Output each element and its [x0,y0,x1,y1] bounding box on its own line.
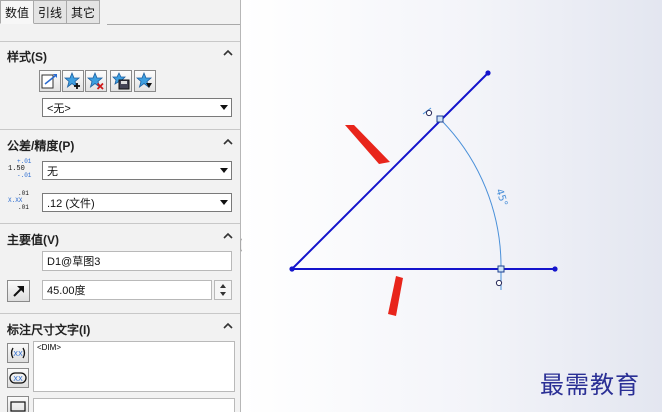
tolerance-icon-lower: -.01 [17,172,32,179]
style-section-title: 样式(S) [7,50,47,64]
dimension-value-spinner[interactable] [214,280,232,300]
watermark-logo: 最需教育 [540,371,640,399]
dimension-name-field[interactable]: D1@草图3 [42,251,232,271]
dimension-text-area[interactable]: <DIM> [33,341,235,392]
text-option-button[interactable] [7,396,29,412]
svg-text:XX: XX [13,375,23,383]
angled-sketch-line[interactable] [291,72,489,270]
spin-down-icon[interactable] [220,292,226,296]
inspection-xx-icon: XX [9,372,27,384]
tolerance-select[interactable]: 无 [42,161,232,180]
tab-value[interactable]: 数值 [0,0,35,24]
vertex-point[interactable] [289,266,295,272]
graphics-area[interactable]: 45° [242,0,662,412]
sketch-viewport[interactable]: 45° [242,0,662,412]
arrow-handle-icon[interactable] [495,279,503,287]
tolerance-type-icon: +.01 1.50 -.01 [8,159,32,181]
dimension-value-field[interactable]: 45.00度 [42,280,212,300]
collapse-chevron-icon[interactable] [223,137,233,147]
dimension-name-value: D1@草图3 [47,256,101,268]
angle-dimension-arc[interactable] [439,118,502,270]
apply-style-icon [41,74,57,89]
collapse-chevron-icon[interactable] [223,231,233,241]
style-select-value: <无> [47,102,71,115]
precision-select[interactable]: .12 (文件) [42,193,232,212]
property-manager-panel: 数值 引线 其它 样式(S) <无> 公差/精度(P) +.01 1.50 -.… [0,0,241,412]
tab-other[interactable]: 其它 [67,0,101,24]
dimension-grip-handle[interactable] [497,265,505,273]
style-select[interactable]: <无> [42,98,232,117]
dimension-grip-handle[interactable] [436,115,444,123]
collapse-chevron-icon[interactable] [223,321,233,331]
tab-bar: 数值 引线 其它 [0,0,101,25]
collapse-chevron-icon[interactable] [223,48,233,58]
section-divider [0,313,240,314]
dropdown-arrow-icon [220,200,228,205]
parentheses-xx-icon: XX [10,347,26,359]
dimension-value-text: 45.00度 [47,285,86,297]
delete-style-icon [87,72,104,90]
precision-icon-lower: .01 [18,204,29,211]
text-option-icon [10,401,26,412]
diagonal-arrow-icon [12,286,24,297]
load-style-icon [136,72,153,89]
dimension-text-section-header[interactable]: 标注尺寸文字(I) [0,319,240,337]
save-style-button[interactable] [110,70,132,92]
tab-leader[interactable]: 引线 [34,0,68,24]
apply-style-button[interactable] [39,70,61,92]
red-pointer-arrow-icon [388,276,403,316]
save-style-icon [112,72,130,90]
section-divider [0,129,240,130]
add-style-icon [64,72,81,89]
tolerance-section-title: 公差/精度(P) [7,139,75,153]
dimension-text-section-title: 标注尺寸文字(I) [7,323,91,337]
inspection-button[interactable]: XX [7,368,29,388]
endpoint[interactable] [485,70,491,76]
dimension-text-below-field[interactable] [33,398,235,412]
endpoint[interactable] [552,266,558,272]
spin-up-icon[interactable] [220,284,226,288]
add-style-button[interactable] [62,70,84,92]
tolerance-select-value: 无 [47,165,58,178]
section-divider [0,41,240,42]
parentheses-button[interactable]: XX [7,343,29,363]
arrow-handle-icon[interactable] [425,109,433,117]
tab-divider [107,24,240,25]
primary-value-section-title: 主要值(V) [7,233,59,247]
angle-dimension-label[interactable]: 45° [493,188,509,208]
dropdown-arrow-icon [220,168,228,173]
section-divider [0,223,240,224]
load-style-button[interactable] [134,70,156,92]
precision-select-value: .12 (文件) [47,197,95,210]
delete-style-button[interactable] [85,70,107,92]
style-section-header[interactable]: 样式(S) [0,46,240,64]
dropdown-arrow-icon [220,105,228,110]
precision-icon: .01 X.XX .01 [8,191,34,213]
red-pointer-arrow-icon [345,125,390,164]
tolerance-section-header[interactable]: 公差/精度(P) [0,135,240,153]
primary-value-section-header[interactable]: 主要值(V) [0,229,240,247]
svg-text:XX: XX [13,350,23,358]
reverse-direction-button[interactable] [7,280,30,302]
